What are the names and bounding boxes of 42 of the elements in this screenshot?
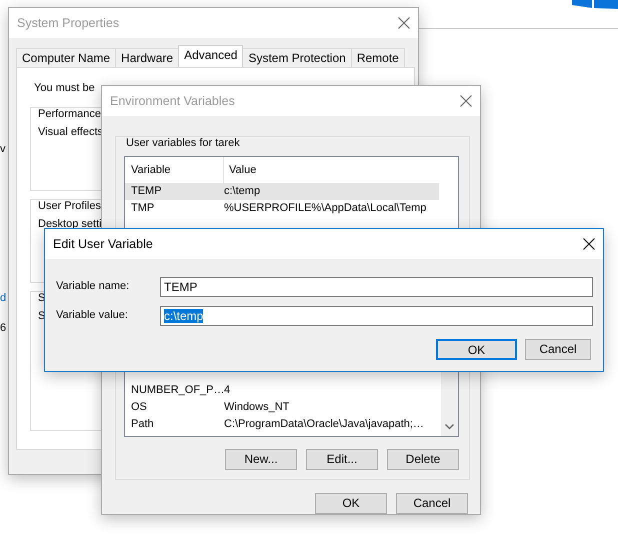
window-title: System Properties <box>17 16 120 30</box>
list-row[interactable]: Path C:\ProgramData\Oracle\Java\javapath;… <box>125 416 441 433</box>
column-header[interactable]: Value <box>224 157 256 184</box>
field-label: Variable name: <box>56 280 130 294</box>
chevron-down-icon[interactable] <box>445 424 454 430</box>
table-cell-text: TEMP <box>130 185 163 198</box>
window-title: Environment Variables <box>110 94 235 108</box>
input-field[interactable]: c:\temp <box>160 306 593 326</box>
button[interactable]: Edit... <box>306 449 378 470</box>
table-cell-text: OS <box>130 400 148 414</box>
label: 6 <box>0 322 6 336</box>
tab[interactable]: Remote <box>350 48 405 67</box>
table-cell: c:\temp <box>224 185 260 198</box>
tab[interactable]: Computer Name <box>16 48 116 67</box>
group-text: Desktop setti <box>37 218 102 232</box>
table-cell-text: Path <box>130 418 155 432</box>
label: v <box>0 143 6 156</box>
window-title: Edit User Variable <box>53 236 153 252</box>
list-row[interactable]: TEMP c:\temp <box>125 183 439 200</box>
input-field[interactable]: TEMP <box>160 277 593 297</box>
notice-text: You must be <box>34 82 96 96</box>
list-row[interactable]: TMP %USERPROFILE%\AppData\Local\Temp <box>125 200 439 218</box>
link-text[interactable]: d <box>0 292 6 306</box>
button[interactable]: OK <box>436 339 517 360</box>
field-label: Variable value: <box>56 309 129 323</box>
table-cell: Windows_NT <box>224 400 290 414</box>
button[interactable]: Delete <box>387 449 459 470</box>
table-cell: C:\ProgramData\Oracle\Java\javapath;… <box>224 418 424 432</box>
window-tiles-icon <box>572 0 618 9</box>
button[interactable]: Cancel <box>525 339 591 360</box>
table-cell-text: TMP <box>130 202 156 216</box>
tab[interactable]: Advanced <box>178 45 244 67</box>
table-cell: %USERPROFILE%\AppData\Local\Temp <box>224 202 426 216</box>
button[interactable]: OK <box>315 493 387 514</box>
button[interactable]: Cancel <box>396 493 468 514</box>
list-row[interactable]: OS Windows_NT <box>125 399 441 416</box>
tab[interactable]: System Protection <box>242 48 352 67</box>
table-cell: 4 <box>224 384 230 398</box>
close-icon[interactable] <box>583 238 595 250</box>
button[interactable]: New... <box>225 449 297 470</box>
table-cell-text: NUMBER_OF_P… <box>130 384 224 398</box>
list-row[interactable]: NUMBER_OF_P…4 <box>125 382 441 399</box>
